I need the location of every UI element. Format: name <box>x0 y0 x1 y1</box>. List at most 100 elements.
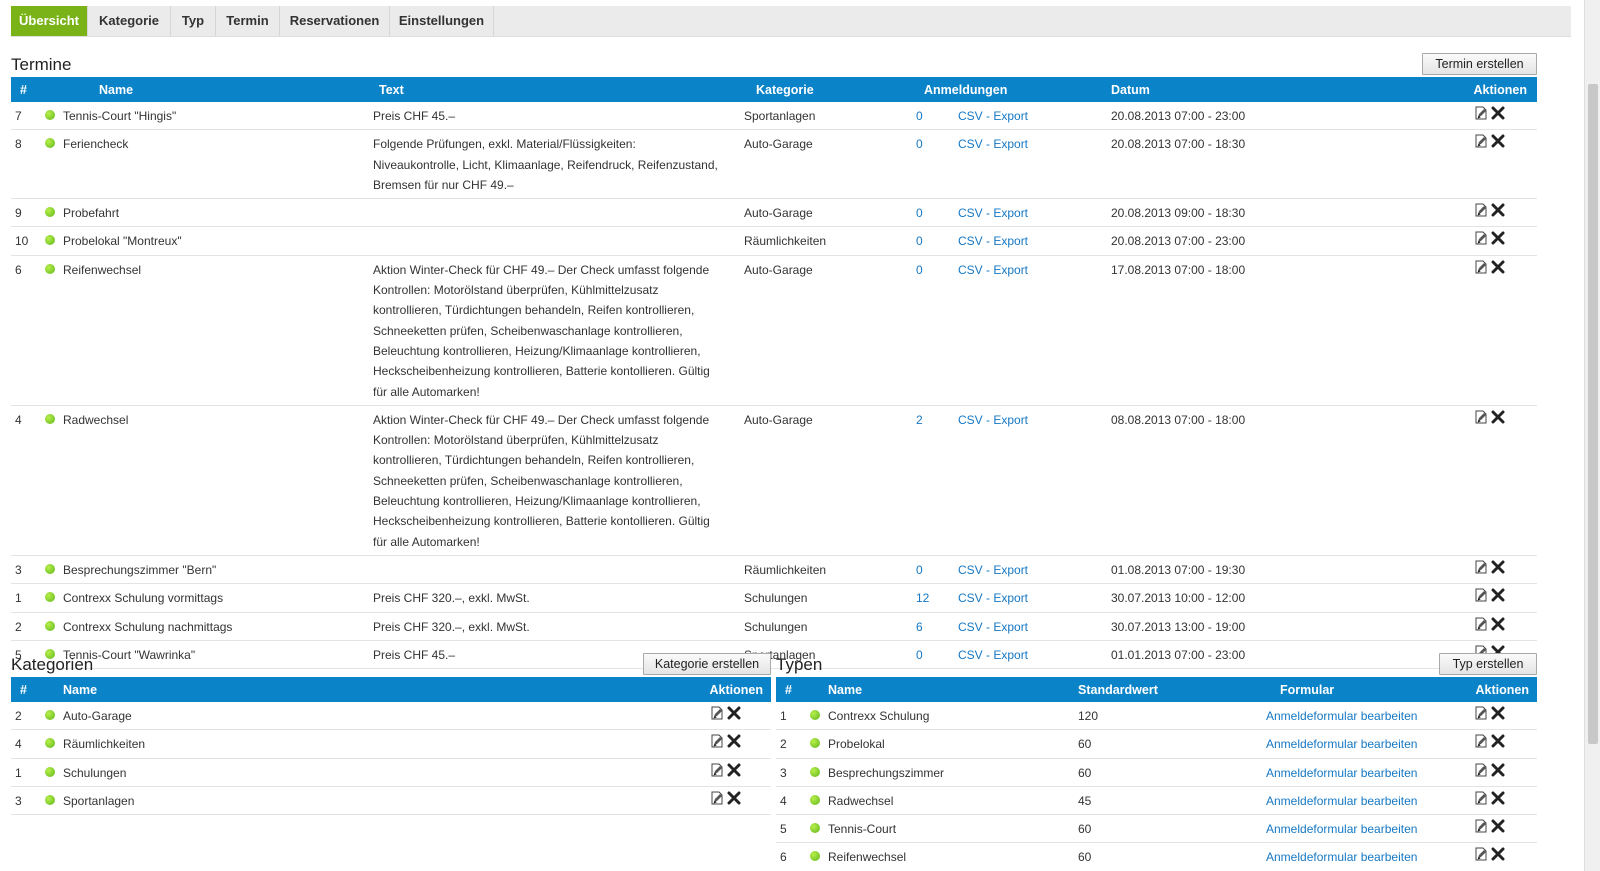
edit-icon[interactable] <box>1474 819 1488 833</box>
anmeldungen-count-link[interactable]: 12 <box>916 591 929 605</box>
tab-einstellungen[interactable]: Einstellungen <box>390 6 494 36</box>
anmeldungen-count-link[interactable]: 0 <box>916 109 923 123</box>
anmeldungen-count-link[interactable]: 2 <box>916 413 923 427</box>
edit-icon[interactable] <box>1474 203 1488 217</box>
anmeldungen-count-link[interactable]: 6 <box>916 620 923 634</box>
edit-icon[interactable] <box>710 706 724 720</box>
csv-export-link[interactable]: CSV - Export <box>958 234 1028 248</box>
row-standardwert: 60 <box>1066 842 1266 871</box>
delete-icon[interactable] <box>1491 847 1505 861</box>
table-row: 6 Reifenwechsel Aktion Winter-Check für CH… <box>11 255 1537 406</box>
anmeldeformular-link[interactable]: Anmeldeformular bearbeiten <box>1266 766 1417 780</box>
edit-icon[interactable] <box>1474 260 1488 274</box>
csv-export-link[interactable]: CSV - Export <box>958 563 1028 577</box>
anmeldeformular-link[interactable]: Anmeldeformular bearbeiten <box>1266 794 1417 808</box>
delete-icon[interactable] <box>727 734 741 748</box>
anmeldeformular-link[interactable]: Anmeldeformular bearbeiten <box>1266 822 1417 836</box>
csv-export-link[interactable]: CSV - Export <box>958 137 1028 151</box>
anmeldeformular-link[interactable]: Anmeldeformular bearbeiten <box>1266 709 1417 723</box>
tab-kategorie[interactable]: Kategorie <box>88 6 171 36</box>
csv-export-link[interactable]: CSV - Export <box>958 648 1028 662</box>
row-standardwert: 60 <box>1066 729 1266 759</box>
row-standardwert: 60 <box>1066 814 1266 844</box>
edit-icon[interactable] <box>1474 734 1488 748</box>
delete-icon[interactable] <box>1491 617 1505 631</box>
delete-icon[interactable] <box>1491 763 1505 777</box>
col-header-aktionen: Aktionen <box>1427 77 1537 102</box>
csv-export-link[interactable]: CSV - Export <box>958 109 1028 123</box>
row-export-cell: CSV - Export <box>954 555 1099 585</box>
edit-icon[interactable] <box>1474 134 1488 148</box>
edit-icon[interactable] <box>1474 106 1488 120</box>
row-name: Radwechsel <box>828 793 894 808</box>
delete-icon[interactable] <box>1491 734 1505 748</box>
edit-icon[interactable] <box>710 763 724 777</box>
csv-export-link[interactable]: CSV - Export <box>958 413 1028 427</box>
delete-icon[interactable] <box>1491 706 1505 720</box>
delete-icon[interactable] <box>1491 260 1505 274</box>
row-formular-cell: Anmeldeformular bearbeiten <box>1266 729 1456 759</box>
status-dot-icon <box>45 710 55 720</box>
row-actions <box>641 758 771 787</box>
edit-icon[interactable] <box>1474 847 1488 861</box>
vertical-scrollbar[interactable] <box>1584 0 1600 871</box>
delete-icon[interactable] <box>727 706 741 720</box>
edit-icon[interactable] <box>1474 617 1488 631</box>
row-name-cell: Probelokal "Montreux" <box>41 226 369 256</box>
tab-termin[interactable]: Termin <box>216 6 280 36</box>
kategorien-header-row: # Name Aktionen <box>11 677 771 702</box>
edit-icon[interactable] <box>1474 706 1488 720</box>
anmeldungen-count-link[interactable]: 0 <box>916 137 923 151</box>
row-anmeldungen-cell: 0 <box>916 255 954 406</box>
termin-erstellen-button[interactable]: Termin erstellen <box>1422 53 1537 75</box>
table-row: 3 Sportanlagen <box>11 786 771 816</box>
edit-icon[interactable] <box>1474 588 1488 602</box>
tab-reservationen[interactable]: Reservationen <box>280 6 390 36</box>
delete-icon[interactable] <box>1491 106 1505 120</box>
delete-icon[interactable] <box>1491 134 1505 148</box>
anmeldungen-count-link[interactable]: 0 <box>916 648 923 662</box>
table-row: 4 Radwechsel Aktion Winter-Check für CHF 4… <box>11 405 1537 556</box>
tab-uebersicht[interactable]: Übersicht <box>11 6 88 36</box>
delete-icon[interactable] <box>727 791 741 805</box>
status-dot-icon <box>810 710 820 720</box>
typ-erstellen-button[interactable]: Typ erstellen <box>1439 653 1537 675</box>
status-dot-icon <box>45 263 55 274</box>
anmeldungen-count-link[interactable]: 0 <box>916 263 923 277</box>
kategorie-erstellen-button[interactable]: Kategorie erstellen <box>643 653 771 675</box>
edit-icon[interactable] <box>1474 791 1488 805</box>
csv-export-link[interactable]: CSV - Export <box>958 591 1028 605</box>
anmeldeformular-link[interactable]: Anmeldeformular bearbeiten <box>1266 737 1417 751</box>
tab-typ[interactable]: Typ <box>171 6 216 36</box>
row-text: Preis CHF 320.–, exkl. MwSt. <box>369 612 734 641</box>
anmeldeformular-link[interactable]: Anmeldeformular bearbeiten <box>1266 850 1417 864</box>
delete-icon[interactable] <box>1491 560 1505 574</box>
csv-export-link[interactable]: CSV - Export <box>958 263 1028 277</box>
anmeldungen-count-link[interactable]: 0 <box>916 234 923 248</box>
delete-icon[interactable] <box>1491 791 1505 805</box>
delete-icon[interactable] <box>727 763 741 777</box>
typen-body: 1 Contrexx Schulung 120 Anmeldeformular bea… <box>776 702 1537 871</box>
csv-export-link[interactable]: CSV - Export <box>958 620 1028 634</box>
edit-icon[interactable] <box>1474 560 1488 574</box>
delete-icon[interactable] <box>1491 819 1505 833</box>
edit-icon[interactable] <box>710 791 724 805</box>
delete-icon[interactable] <box>1491 231 1505 245</box>
edit-icon[interactable] <box>1474 763 1488 777</box>
row-name: Räumlichkeiten <box>63 737 146 752</box>
delete-icon[interactable] <box>1491 410 1505 424</box>
anmeldungen-count-link[interactable]: 0 <box>916 563 923 577</box>
row-number: 4 <box>776 786 806 816</box>
csv-export-link[interactable]: CSV - Export <box>958 206 1028 220</box>
delete-icon[interactable] <box>1491 588 1505 602</box>
delete-icon[interactable] <box>1491 203 1505 217</box>
row-actions <box>1456 702 1537 731</box>
row-name: Radwechsel <box>63 412 129 427</box>
row-name-cell: Contrexx Schulung vormittags <box>41 583 369 613</box>
edit-icon[interactable] <box>1474 410 1488 424</box>
row-number: 10 <box>11 226 41 256</box>
anmeldungen-count-link[interactable]: 0 <box>916 206 923 220</box>
scrollbar-thumb[interactable] <box>1588 84 1598 744</box>
edit-icon[interactable] <box>710 734 724 748</box>
edit-icon[interactable] <box>1474 231 1488 245</box>
